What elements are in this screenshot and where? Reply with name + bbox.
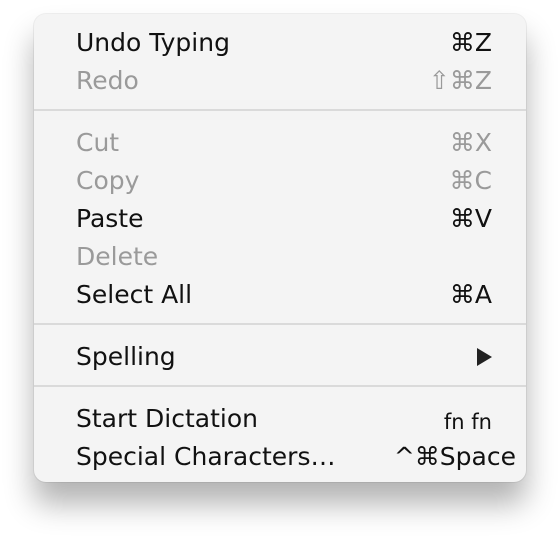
- menu-item-shortcut: ^⌘Space: [393, 442, 516, 471]
- menu-item-label: Spelling: [76, 342, 176, 371]
- menu-separator: [34, 109, 526, 111]
- menu-item-label: Select All: [76, 280, 193, 309]
- menu-item-shortcut: ⌘C: [449, 166, 492, 195]
- menu-item-label: Special Characters…: [76, 442, 336, 471]
- menu-item-select-all[interactable]: Select All ⌘A: [34, 274, 526, 312]
- menu-item-paste[interactable]: Paste ⌘V: [34, 198, 526, 236]
- menu-item-shortcut: ⌘A: [449, 280, 492, 309]
- menu-item-shortcut: fn fn: [443, 410, 492, 434]
- menu-separator: [34, 323, 526, 325]
- menu-item-spelling[interactable]: Spelling: [34, 336, 526, 374]
- menu-item-start-dictation[interactable]: Start Dictation fn fn: [34, 398, 526, 436]
- submenu-arrow-icon: [477, 348, 492, 366]
- menu-item-label: Paste: [76, 204, 144, 233]
- menu-item-label: Delete: [76, 242, 159, 271]
- menu-item-label: Copy: [76, 166, 140, 195]
- edit-context-menu: Undo Typing ⌘Z Redo ⇧⌘Z Cut ⌘X Copy ⌘C P…: [34, 14, 526, 482]
- menu-item-label: Undo Typing: [76, 28, 230, 57]
- menu-item-shortcut: ⌘X: [449, 128, 492, 157]
- menu-item-label: Cut: [76, 128, 120, 157]
- menu-item-delete[interactable]: Delete: [34, 236, 526, 274]
- menu-item-redo[interactable]: Redo ⇧⌘Z: [34, 60, 526, 98]
- menu-item-special-characters[interactable]: Special Characters… ^⌘Space: [34, 436, 526, 474]
- menu-item-cut[interactable]: Cut ⌘X: [34, 122, 526, 160]
- menu-separator: [34, 385, 526, 387]
- menu-item-shortcut: ⌘V: [449, 204, 492, 233]
- menu-item-shortcut: ⇧⌘Z: [428, 66, 492, 95]
- menu-item-undo-typing[interactable]: Undo Typing ⌘Z: [34, 22, 526, 60]
- menu-item-label: Start Dictation: [76, 404, 258, 433]
- menu-item-copy[interactable]: Copy ⌘C: [34, 160, 526, 198]
- menu-item-label: Redo: [76, 66, 139, 95]
- menu-item-shortcut: ⌘Z: [449, 28, 492, 57]
